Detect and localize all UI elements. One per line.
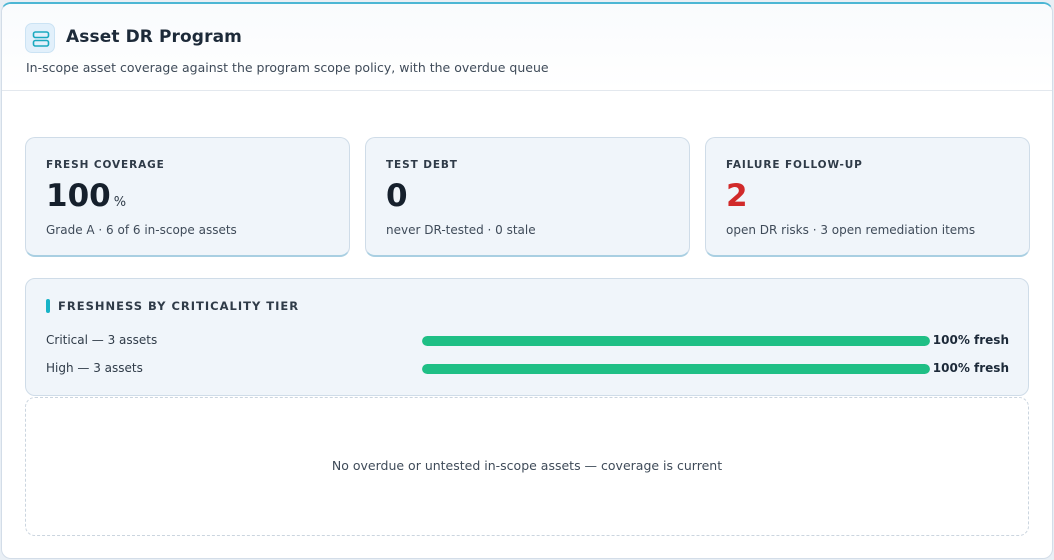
kpi-value: 100% [46, 178, 127, 214]
freshness-bar-track [422, 336, 930, 346]
kpi-label: TEST DEBT [386, 159, 458, 171]
tier-label: Critical — 3 assets [46, 333, 158, 347]
kpi-subtext: never DR-tested · 0 stale [386, 223, 536, 237]
freshness-bar-track [422, 364, 930, 374]
tier-percent: 100% fresh [932, 333, 1009, 347]
page-title: Asset DR Program [66, 27, 242, 47]
kpi-value: 0 [386, 178, 408, 214]
kpi-card-test-debt: TEST DEBT 0 never DR-tested · 0 stale [365, 137, 690, 257]
section-title: FRESHNESS BY CRITICALITY TIER [58, 299, 300, 313]
kpi-card-fresh-coverage: FRESH COVERAGE 100% Grade A · 6 of 6 in-… [25, 137, 350, 257]
kpi-unit: % [113, 195, 127, 210]
tier-row-critical: Critical — 3 assets 100% fresh [26, 333, 1028, 349]
tier-percent: 100% fresh [932, 361, 1009, 375]
page-header: Asset DR Program In-scope asset coverage… [2, 4, 1052, 91]
kpi-label: FAILURE FOLLOW-UP [726, 159, 863, 171]
tier-label: High — 3 assets [46, 361, 143, 375]
kpi-value: 2 [726, 178, 748, 214]
kpi-card-failure-follow-up: FAILURE FOLLOW-UP 2 open DR risks · 3 op… [705, 137, 1030, 257]
freshness-tier-panel: FRESHNESS BY CRITICALITY TIER Critical —… [25, 278, 1029, 396]
dashboard-frame: Asset DR Program In-scope asset coverage… [1, 2, 1053, 559]
empty-state-message: No overdue or untested in-scope assets —… [331, 458, 723, 473]
kpi-subtext: Grade A · 6 of 6 in-scope assets [46, 223, 237, 237]
server-stack-icon [25, 23, 55, 53]
freshness-bar-fill [422, 336, 930, 346]
freshness-bar-fill [422, 364, 930, 374]
kpi-subtext: open DR risks · 3 open remediation items [726, 223, 976, 237]
section-accent-bar [46, 299, 50, 313]
tier-row-high: High — 3 assets 100% fresh [26, 361, 1028, 377]
overdue-queue-empty-state: No overdue or untested in-scope assets —… [25, 397, 1029, 536]
page-subtitle: In-scope asset coverage against the prog… [26, 60, 549, 75]
kpi-label: FRESH COVERAGE [46, 159, 165, 171]
